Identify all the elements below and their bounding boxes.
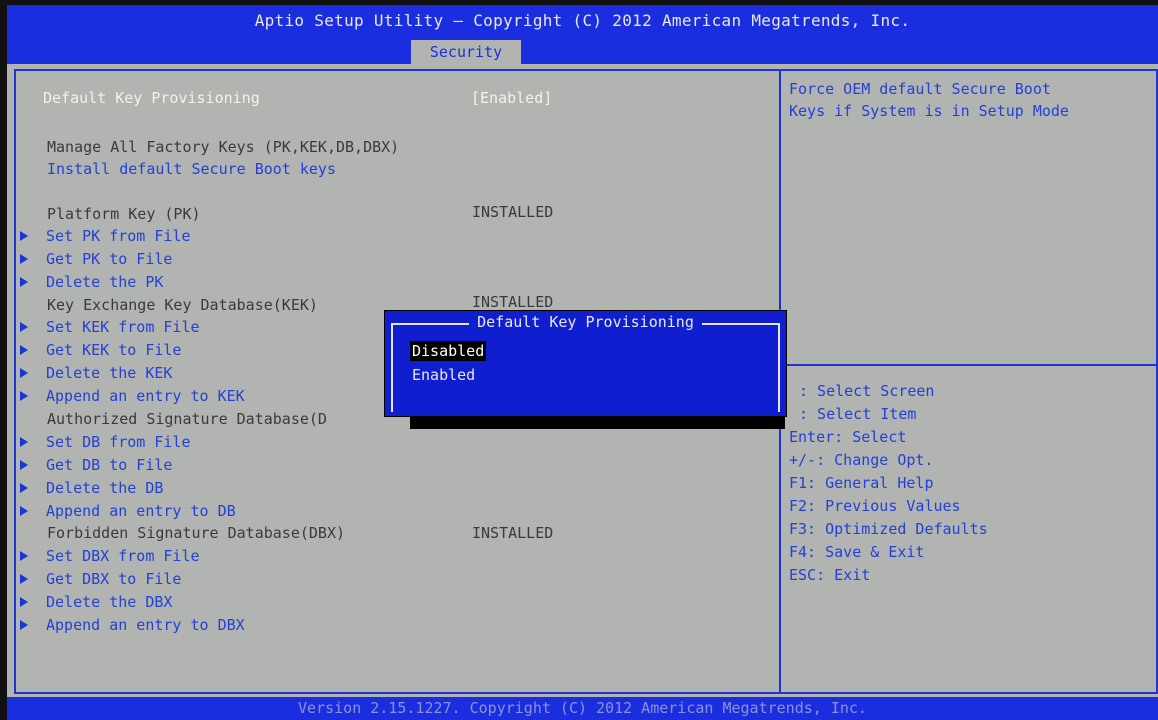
kek-label: Key Exchange Key Database(KEK) [47, 296, 318, 314]
key-change-opt: +/-: Change Opt. [789, 451, 934, 469]
help-text-line-1: Force OEM default Secure Boot [789, 80, 1051, 98]
key-f2: F2: Previous Values [789, 497, 961, 515]
get-kek-to-file[interactable]: Get KEK to File [46, 340, 181, 360]
key-select-screen: : Select Screen [799, 382, 935, 400]
get-dbx-to-file[interactable]: Get DBX to File [46, 569, 181, 589]
key-esc: ESC: Exit [789, 566, 871, 584]
arrow-right-icon [20, 506, 28, 516]
tab-security[interactable]: Security [411, 40, 521, 64]
option-enabled[interactable]: Enabled [410, 365, 477, 385]
arrow-right-icon [20, 254, 28, 264]
append-entry-to-dbx[interactable]: Append an entry to DBX [46, 615, 245, 635]
popup-title-text: Default Key Provisioning [469, 313, 702, 331]
default-key-provisioning-label[interactable]: Default Key Provisioning [43, 88, 260, 108]
popup-title: Default Key Provisioning [385, 313, 786, 331]
arrow-right-icon [20, 437, 28, 447]
pk-status: INSTALLED [472, 203, 554, 221]
dbx-label: Forbidden Signature Database(DBX) [47, 524, 346, 542]
popup-right-border [778, 324, 780, 412]
set-pk-from-file[interactable]: Set PK from File [46, 226, 191, 246]
get-pk-to-file[interactable]: Get PK to File [46, 249, 172, 269]
arrow-right-icon [20, 231, 28, 241]
footer-version: Version 2.15.1227. Copyright (C) 2012 Am… [7, 697, 1158, 720]
bios-screen: Aptio Setup Utility – Copyright (C) 2012… [7, 5, 1158, 720]
append-entry-to-db[interactable]: Append an entry to DB [46, 501, 236, 521]
arrow-right-icon [20, 322, 28, 332]
delete-the-dbx[interactable]: Delete the DBX [46, 592, 172, 612]
key-enter: Enter: Select [789, 428, 907, 446]
delete-the-db[interactable]: Delete the DB [46, 478, 163, 498]
db-label: Authorized Signature Database(D [47, 410, 327, 428]
default-key-provisioning-popup: Default Key Provisioning Disabled Enable… [384, 310, 787, 417]
key-f1: F1: General Help [789, 474, 934, 492]
arrow-right-icon [20, 620, 28, 630]
header-bar: Aptio Setup Utility – Copyright (C) 2012… [7, 5, 1158, 64]
popup-left-border [391, 324, 393, 412]
arrow-right-icon [20, 574, 28, 584]
arrow-right-icon [20, 277, 28, 287]
append-entry-to-kek[interactable]: Append an entry to KEK [46, 386, 245, 406]
app-title: Aptio Setup Utility – Copyright (C) 2012… [254, 11, 911, 30]
delete-the-kek[interactable]: Delete the KEK [46, 363, 172, 383]
key-select-item: : Select Item [799, 405, 917, 423]
pk-label: Platform Key (PK) [47, 205, 201, 223]
kek-status: INSTALLED [472, 293, 554, 311]
arrow-right-icon [20, 391, 28, 401]
set-dbx-from-file[interactable]: Set DBX from File [46, 546, 200, 566]
arrow-right-icon [20, 483, 28, 493]
arrow-right-icon [20, 460, 28, 470]
delete-the-pk[interactable]: Delete the PK [46, 272, 163, 292]
set-db-from-file[interactable]: Set DB from File [46, 432, 191, 452]
get-db-to-file[interactable]: Get DB to File [46, 455, 172, 475]
option-disabled[interactable]: Disabled [410, 341, 487, 361]
default-key-provisioning-value[interactable]: [Enabled] [471, 88, 552, 108]
arrow-right-icon [20, 368, 28, 378]
set-kek-from-file[interactable]: Set KEK from File [46, 317, 200, 337]
arrow-right-icon [20, 345, 28, 355]
dbx-status: INSTALLED [472, 524, 554, 542]
arrow-right-icon [20, 551, 28, 561]
arrow-right-icon [20, 597, 28, 607]
install-default-keys[interactable]: Install default Secure Boot keys [47, 159, 336, 179]
help-text-line-2: Keys if System is in Setup Mode [789, 102, 1069, 120]
manage-keys-label: Manage All Factory Keys (PK,KEK,DB,DBX) [47, 138, 400, 156]
key-f4: F4: Save & Exit [789, 543, 925, 561]
key-f3: F3: Optimized Defaults [789, 520, 988, 538]
